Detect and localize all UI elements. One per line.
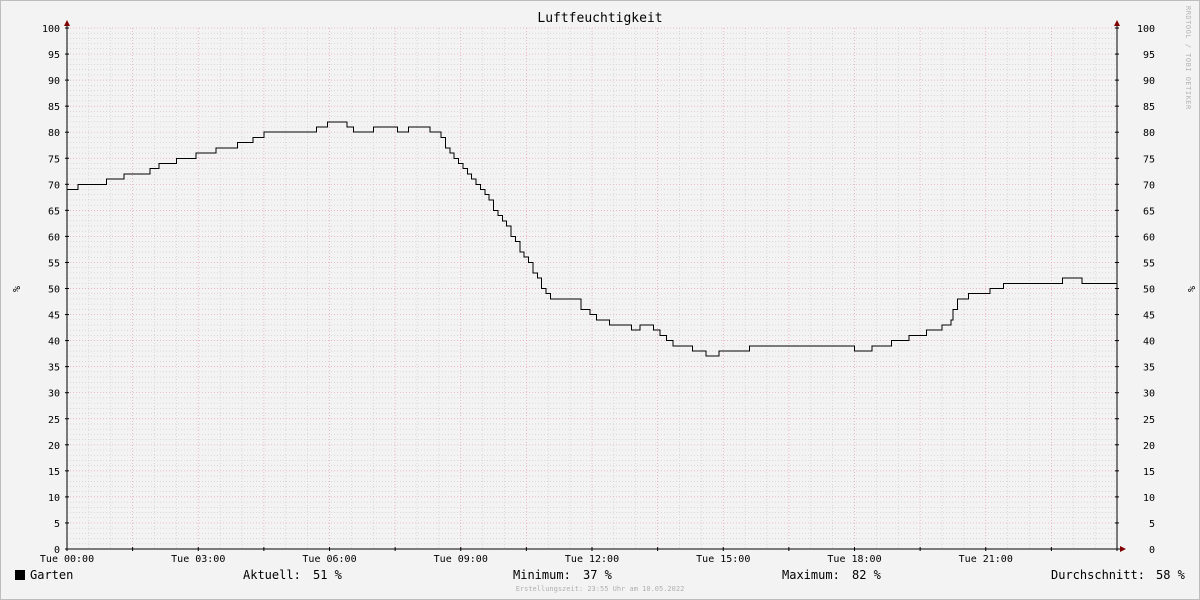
- y-tick-label-left: 50: [48, 285, 60, 296]
- x-tick-label: Tue 15:00: [696, 554, 750, 565]
- y-tick-label-left: 55: [48, 258, 60, 269]
- series-layer: [67, 121, 1117, 357]
- y-tick-label-left: 100: [42, 24, 60, 35]
- legend-aktuell-label: Aktuell:: [243, 568, 301, 582]
- y-tick-label-right: 45: [1143, 311, 1155, 322]
- y-tick-label-left: 75: [48, 154, 60, 165]
- y-tick-label-left: 45: [48, 311, 60, 322]
- y-tick-label-right: 50: [1143, 285, 1155, 296]
- y-tick-label-right: 85: [1143, 102, 1155, 113]
- y-tick-label-left: 90: [48, 76, 60, 87]
- y-tick-label-right: 80: [1143, 128, 1155, 139]
- y-tick-label-left: 5: [54, 519, 60, 530]
- y-tick-label-right: 55: [1143, 258, 1155, 269]
- y-tick-label-left: 30: [48, 389, 60, 400]
- y-tick-label-right: 15: [1143, 467, 1155, 478]
- y-tick-label-left: 15: [48, 467, 60, 478]
- y-tick-label-right: 100: [1137, 24, 1155, 35]
- x-tick-label: Tue 21:00: [959, 554, 1013, 565]
- y-tick-label-right: 60: [1143, 232, 1155, 243]
- x-tick-label: Tue 00:00: [40, 554, 94, 565]
- y-tick-label-right: 95: [1143, 50, 1155, 61]
- y-tick-label-left: 85: [48, 102, 60, 113]
- y-axis-arrow-right-icon: [1114, 20, 1120, 26]
- chart-plot: 0 05 510 1015 1520 2025 2530 3035 3540 4045 4550 50…: [10, 20, 1196, 565]
- legend-minimum-label: Minimum:: [513, 568, 571, 582]
- series-line-garten: [67, 121, 1117, 357]
- y-axis-label-left: %: [10, 286, 21, 292]
- legend-average-value: 58 %: [1156, 568, 1185, 582]
- legend-series-name: Garten: [30, 568, 74, 582]
- axes: [64, 20, 1126, 552]
- legend-aktuell-value: 51 %: [313, 568, 342, 582]
- legend-maximum-value: 82 %: [852, 568, 881, 582]
- x-tick-label: Tue 03:00: [171, 554, 225, 565]
- x-tick-label: Tue 12:00: [565, 554, 619, 565]
- y-tick-label-left: 60: [48, 232, 60, 243]
- y-tick-label-left: 35: [48, 363, 60, 374]
- y-tick-label-left: 95: [48, 50, 60, 61]
- y-tick-label-right: 35: [1143, 363, 1155, 374]
- legend-maximum-label: Maximum:: [782, 568, 840, 582]
- y-tick-label-left: 40: [48, 337, 60, 348]
- x-tick-label: Tue 06:00: [302, 554, 356, 565]
- y-axis-arrow-left-icon: [64, 20, 70, 26]
- x-tick-label: Tue 09:00: [434, 554, 488, 565]
- y-tick-label-right: 30: [1143, 389, 1155, 400]
- x-axis-arrow-icon: [1120, 546, 1126, 552]
- y-tick-label-right: 40: [1143, 337, 1155, 348]
- y-tick-label-right: 90: [1143, 76, 1155, 87]
- y-tick-label-right: 20: [1143, 441, 1155, 452]
- legend-average-label: Durchschnitt:: [1051, 568, 1145, 582]
- y-tick-label-left: 25: [48, 415, 60, 426]
- y-tick-label-right: 5: [1149, 519, 1155, 530]
- y-tick-label-right: 65: [1143, 206, 1155, 217]
- y-tick-label-left: 20: [48, 441, 60, 452]
- major-grid: [67, 27, 1117, 549]
- creation-timestamp: Erstellungszeit: 23:55 Uhr am 10.05.2022: [515, 585, 685, 593]
- y-tick-label-right: 70: [1143, 180, 1155, 191]
- y-tick-label-right: 10: [1143, 493, 1155, 504]
- y-tick-label-left: 10: [48, 493, 60, 504]
- y-tick-label-left: 65: [48, 206, 60, 217]
- legend-minimum-value: 37 %: [583, 568, 612, 582]
- y-tick-label-left: 80: [48, 128, 60, 139]
- y-tick-label-left: 70: [48, 180, 60, 191]
- y-tick-label-right: 0: [1149, 545, 1155, 556]
- tick-labels: 0 05 510 1015 1520 2025 2530 3035 3540 4045 4550 50…: [40, 24, 1155, 565]
- y-tick-label-right: 75: [1143, 154, 1155, 165]
- y-axis-label-right: %: [1185, 286, 1196, 292]
- y-tick-label-right: 25: [1143, 415, 1155, 426]
- x-tick-label: Tue 18:00: [827, 554, 881, 565]
- legend-color-swatch: [15, 570, 25, 580]
